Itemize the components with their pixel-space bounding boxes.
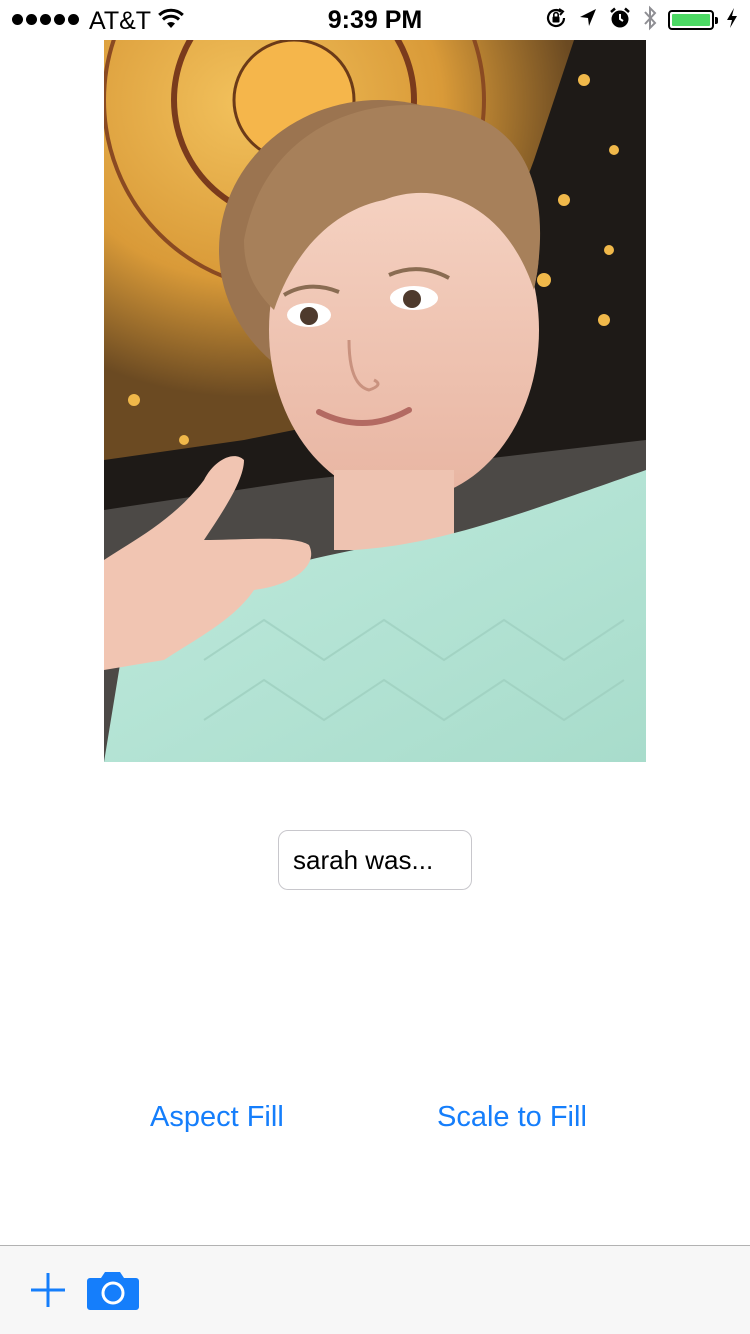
bluetooth-icon xyxy=(642,5,658,36)
plus-icon xyxy=(30,1273,66,1311)
location-icon xyxy=(578,7,598,34)
camera-icon xyxy=(87,1272,139,1313)
alarm-icon xyxy=(608,6,632,35)
camera-button[interactable] xyxy=(87,1270,139,1313)
battery-icon xyxy=(668,10,718,30)
selfie-photo xyxy=(104,40,646,762)
aspect-fill-button[interactable]: Aspect Fill xyxy=(150,1097,284,1137)
charging-bolt-icon xyxy=(726,7,738,34)
scale-to-fill-button[interactable]: Scale to Fill xyxy=(437,1097,587,1137)
caption-text-field[interactable]: sarah was... xyxy=(278,830,472,890)
status-bar: AT&T 9:39 PM xyxy=(0,0,750,40)
add-button[interactable] xyxy=(30,1272,66,1311)
bottom-toolbar xyxy=(0,1245,750,1334)
orientation-lock-icon xyxy=(544,6,568,35)
